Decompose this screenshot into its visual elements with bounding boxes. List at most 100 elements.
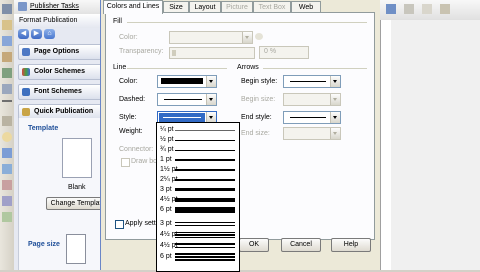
vertical-ruler[interactable] [380,20,391,270]
style-option[interactable]: 4½ pt [157,241,239,251]
format-painter-icon[interactable] [404,4,414,14]
style-option-line [175,225,235,226]
style-option-line [175,247,235,248]
style-option[interactable]: 4½ pt [157,195,239,205]
format-dialog: Colors and Lines Size Layout Picture Tex… [100,0,381,270]
style-label: Style: [119,114,137,121]
style-option-line [175,234,235,236]
clipart-tool-icon[interactable] [2,84,12,94]
begin-size-combo[interactable] [283,93,341,106]
html-fragment-icon[interactable] [2,212,12,222]
section-font-schemes[interactable]: Font Schemes [18,84,112,100]
print-icon[interactable] [422,4,432,14]
cancel-button[interactable]: Cancel [281,238,321,252]
task-pane-navigation: ◀ ▶ ⌂ [14,28,110,40]
style-option-line [175,259,235,261]
end-style-combo[interactable] [283,111,341,124]
select-tool-icon[interactable] [2,4,12,14]
home-icon[interactable]: ⌂ [44,29,55,39]
blank-template-thumbnail[interactable] [62,138,92,178]
style-option-line [175,169,235,171]
style-option[interactable]: 6 pt [157,252,239,262]
chevron-down-icon [330,128,340,139]
dashed-combo[interactable] [157,93,217,106]
end-size-label: End size: [241,130,270,137]
arrows-group-label: Arrows [237,64,259,71]
text-tool-icon[interactable] [2,20,12,30]
style-option-line [175,130,235,131]
style-option[interactable]: 4½ pt [157,230,239,240]
slider-thumb[interactable] [172,50,176,56]
transparency-label: Transparency: [119,48,164,55]
style-option-line [175,256,235,258]
help-button[interactable]: Help [331,238,371,252]
chevron-down-icon [330,76,340,87]
apply-settings-checkbox[interactable] [115,220,124,229]
style-option-label: ¾ pt [160,146,174,153]
end-size-combo[interactable] [283,127,341,140]
apply-settings-label: Apply setti [125,220,158,227]
rectangle-tool-icon[interactable] [2,148,12,158]
style-option[interactable]: 3 pt [157,219,239,229]
transparency-value: 0 % [264,48,277,55]
line-style-dropdown[interactable]: ¼ pt ½ pt ¾ pt 1 pt 1½ pt 2¼ pt 3 pt 4½ … [156,122,240,272]
style-option-line [175,198,235,202]
line-color-label: Color: [119,78,138,85]
style-option[interactable]: 1 pt [157,155,239,165]
quick-publication-icon [22,108,30,116]
form-control-icon[interactable] [2,196,12,206]
style-option-label: ¼ pt [160,126,174,133]
font-schemes-icon [22,88,30,96]
fill-group-label: Fill [113,18,122,25]
style-option-line [175,253,235,255]
line-tool-icon[interactable] [2,100,12,102]
line-color-combo[interactable] [157,75,217,88]
close-icon[interactable] [386,4,396,14]
back-arrow-icon[interactable]: ◀ [18,29,29,39]
style-option-label: 1 pt [160,156,172,163]
oval-tool-icon[interactable] [2,132,12,142]
task-pane: Publisher Tasks Format Publication ◀ ▶ ⌂… [14,0,112,270]
dashed-label: Dashed: [119,96,146,103]
picture-tool-icon[interactable] [2,68,12,78]
style-option[interactable]: ¾ pt [157,145,239,155]
style-option[interactable]: 6 pt [157,205,239,215]
transparency-spinner[interactable]: 0 % [259,46,309,59]
tab-colors-and-lines[interactable]: Colors and Lines [103,0,163,14]
ok-button[interactable]: OK [239,238,269,252]
style-option-line [175,237,235,238]
arrow-tool-icon[interactable] [2,116,12,126]
style-option-line [175,150,235,151]
section-quick-publication-label: Quick Publication [34,108,94,115]
style-option-label: 3 pt [160,186,172,193]
style-option[interactable]: 3 pt [157,185,239,195]
page-options-icon [22,48,30,56]
begin-size-label: Begin size: [241,96,276,103]
section-page-options[interactable]: Page Options [18,44,112,60]
draw-border-checkbox[interactable] [121,158,130,167]
line-group-divider [127,68,227,69]
weight-label: Weight: [119,128,143,135]
style-option[interactable]: 1½ pt [157,165,239,175]
transparency-slider[interactable] [169,47,255,59]
style-option[interactable]: ½ pt [157,135,239,145]
publication-workspace [380,0,480,270]
hotspot-tool-icon[interactable] [2,180,12,190]
arrows-group-divider [263,68,367,69]
section-color-schemes[interactable]: Color Schemes [18,64,112,80]
publisher-tasks-button[interactable]: Publisher Tasks [30,3,79,10]
left-vertical-toolbar [0,0,15,270]
style-option-label: 6 pt [160,206,172,213]
paint-icon[interactable] [440,4,450,14]
style-option[interactable]: ¼ pt [157,125,239,135]
begin-style-combo[interactable] [283,75,341,88]
style-option[interactable]: 2¼ pt [157,175,239,185]
autoshapes-tool-icon[interactable] [2,164,12,174]
fill-color-combo[interactable] [169,31,253,44]
forward-arrow-icon[interactable]: ▶ [31,29,42,39]
begin-style-preview [290,81,326,82]
table-tool-icon[interactable] [2,36,12,46]
style-option-label: ½ pt [160,136,174,143]
wordart-tool-icon[interactable] [2,52,12,62]
page-size-thumbnail[interactable] [66,234,86,264]
